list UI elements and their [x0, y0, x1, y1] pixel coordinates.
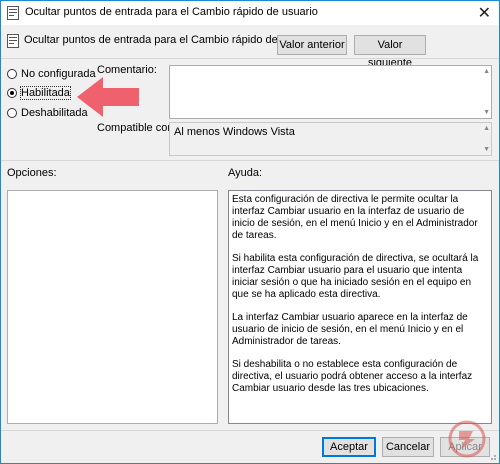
scroll-down-icon[interactable]: ▼: [483, 146, 490, 153]
footer-separator: [1, 430, 499, 431]
help-paragraph: Si habilita esta configuración de direct…: [232, 253, 479, 300]
radio-label: Habilitada: [20, 86, 71, 100]
next-setting-button[interactable]: Valor siguiente: [354, 35, 426, 69]
window-title: Ocultar puntos de entrada para el Cambio…: [25, 6, 318, 18]
radio-circle[interactable]: [7, 69, 17, 79]
scroll-up-icon[interactable]: ▲: [483, 68, 490, 75]
options-label: Opciones:: [7, 167, 57, 179]
policy-dialog: Ocultar puntos de entrada para el Cambio…: [0, 0, 500, 464]
annotation-arrow-icon: [77, 77, 139, 117]
scroll-down-icon[interactable]: ▼: [483, 109, 490, 116]
comment-label: Comentario:: [97, 64, 157, 76]
radio-circle[interactable]: [7, 108, 17, 118]
resize-grip-icon[interactable]: [487, 451, 497, 461]
help-paragraph: Esta configuración de directiva le permi…: [232, 194, 478, 241]
radio-circle-selected[interactable]: [7, 88, 17, 98]
previous-setting-button[interactable]: Valor anterior: [277, 35, 347, 55]
setting-name: Ocultar puntos de entrada para el Cambio…: [24, 34, 317, 46]
compatible-field: Al menos Windows Vista ▲ ▼: [169, 122, 492, 156]
middle-separator: [1, 160, 499, 161]
close-icon[interactable]: ✕: [478, 3, 491, 23]
title-bar[interactable]: Ocultar puntos de entrada para el Cambio…: [1, 1, 499, 25]
policy-icon: [7, 6, 19, 20]
help-panel[interactable]: Esta configuración de directiva le permi…: [228, 190, 492, 424]
compatible-value: Al menos Windows Vista: [174, 126, 295, 138]
scroll-up-icon[interactable]: ▲: [483, 125, 490, 132]
comment-textarea[interactable]: ▲ ▼: [169, 65, 492, 119]
help-label: Ayuda:: [228, 167, 263, 179]
cancel-button[interactable]: Cancelar: [382, 437, 434, 457]
options-panel[interactable]: [7, 190, 218, 424]
watermark-logo-icon: [448, 420, 486, 458]
ok-button[interactable]: Aceptar: [322, 437, 376, 457]
header-separator: [1, 58, 499, 59]
help-paragraph: Si deshabilita o no establece esta confi…: [232, 359, 473, 394]
setting-icon: [7, 34, 19, 48]
compatible-label: Compatible con:: [97, 122, 177, 134]
help-paragraph: La interfaz Cambiar usuario aparece en l…: [232, 312, 468, 347]
